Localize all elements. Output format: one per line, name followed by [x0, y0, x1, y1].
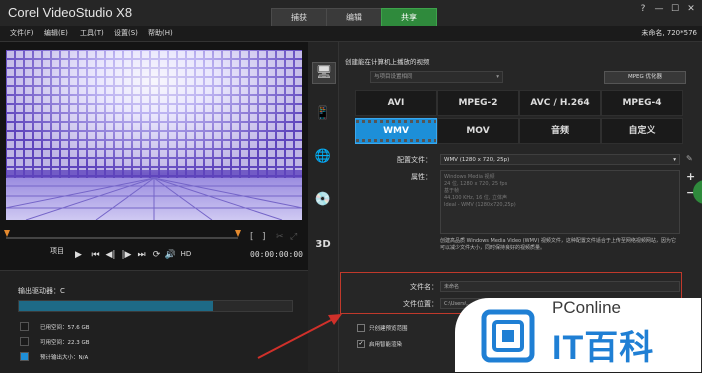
used-space-swatch [20, 322, 29, 331]
filename-input[interactable]: 未命名 [440, 281, 680, 292]
trim-end-handle[interactable] [235, 230, 241, 237]
format-button[interactable]: MPEG-4 [601, 90, 683, 116]
menu-help[interactable]: 帮助(H) [148, 28, 173, 38]
smart-render-label: 启用智能渲染 [369, 342, 403, 348]
format-button[interactable]: AVI [355, 90, 437, 116]
chevron-down-icon: ▾ [673, 157, 676, 163]
prop-line: 44,100 KHz, 16 位, 立体声 [444, 195, 508, 201]
film-strip-icon [356, 139, 436, 142]
format-button[interactable]: 自定义 [601, 118, 683, 144]
watermark-line2: IT百科 [552, 329, 655, 367]
format-button[interactable]: MOV [437, 118, 519, 144]
format-label: 自定义 [628, 126, 656, 136]
drive-usage-bar [18, 300, 293, 312]
format-button[interactable]: MPEG-2 [437, 90, 519, 116]
help-button[interactable]: ? [636, 3, 650, 15]
format-label: 音频 [550, 126, 569, 136]
profile-value: WMV (1280 x 720, 25p) [444, 157, 510, 163]
properties-box: Windows Media 视频 24 位, 1280 x 720, 25 fp… [440, 170, 680, 234]
format-label: MPEG-2 [458, 98, 498, 108]
format-label: MPEG-4 [622, 98, 662, 108]
format-description: 创建高品质 Windows Media Video (WMV) 视频文件，这种配… [440, 238, 676, 251]
format-label: AVI [387, 98, 405, 108]
volume-icon[interactable]: 🔊 [164, 250, 177, 260]
trim-start-handle[interactable] [4, 230, 10, 237]
output-drive-label: 输出驱动器：C [18, 287, 65, 295]
globe-icon[interactable]: 🌐 [312, 147, 334, 167]
disc-icon[interactable]: 💿 [312, 190, 334, 210]
hd-button[interactable]: HD [179, 250, 193, 258]
add-profile-icon[interactable]: + [686, 170, 695, 183]
prop-line: Ideal - WMV (1280x720,25p) [444, 202, 516, 208]
app-title: Corel VideoStudio X8 [8, 5, 133, 20]
close-button[interactable]: ✕ [684, 3, 698, 15]
section-title: 创建能在计算机上播放的视频 [345, 58, 430, 66]
format-label: MOV [466, 126, 490, 136]
monitor-icon[interactable]: 🖥 [312, 62, 336, 84]
est-size-swatch [20, 352, 29, 361]
edit-profile-icon[interactable]: ✎ [686, 154, 693, 163]
timeline-scrubber[interactable] [6, 237, 238, 239]
prop-line: 24 位, 1280 x 720, 25 fps [444, 181, 508, 187]
format-button[interactable]: AVC / H.264 [519, 90, 601, 116]
menu-tools[interactable]: 工具(T) [80, 28, 104, 38]
smart-render-checkbox[interactable]: ✓ [357, 340, 365, 348]
tab-capture[interactable]: 捕获 [271, 8, 327, 27]
maximize-button[interactable]: ☐ [668, 3, 682, 15]
properties-label: 属性： [411, 173, 432, 181]
prop-line: 基于帧 [444, 188, 460, 194]
pconline-logo-icon [481, 309, 535, 363]
free-space-label: 可用空间：22.3 GB [40, 340, 90, 346]
project-settings-dropdown[interactable]: 与项目设置相同 ▾ [370, 71, 503, 83]
mpeg-optimizer-button[interactable]: MPEG 优化器 [604, 71, 686, 84]
dropdown-placeholder: 与项目设置相同 [374, 74, 413, 80]
est-size-label: 预计输出大小：N/A [40, 355, 89, 361]
tab-edit[interactable]: 编辑 [326, 8, 382, 27]
profile-label: 配置文件： [397, 156, 432, 164]
menu-bar [0, 26, 702, 42]
prev-frame-icon[interactable]: ◀| [104, 250, 117, 260]
profile-select[interactable]: WMV (1280 x 720, 25p) ▾ [440, 154, 680, 165]
format-button[interactable]: 音频 [519, 118, 601, 144]
drive-usage-fill [19, 301, 213, 311]
preview-image [6, 50, 302, 220]
menu-edit[interactable]: 编辑(E) [44, 28, 68, 38]
phone-icon[interactable]: 📱 [312, 104, 334, 124]
prop-line: Windows Media 视频 [444, 174, 495, 180]
enlarge-icon[interactable]: ⤢ [290, 232, 297, 242]
timecode[interactable]: 00:00:00:00 [250, 250, 303, 259]
go-end-icon[interactable]: ⏭ [135, 250, 148, 260]
minimize-button[interactable]: — [652, 3, 666, 15]
format-label: WMV [383, 126, 409, 136]
mark-out-button[interactable]: ] [262, 232, 266, 242]
go-start-icon[interactable]: ⏮ [89, 250, 102, 260]
next-frame-icon[interactable]: |▶ [120, 250, 133, 260]
repeat-icon[interactable]: ⟳ [150, 250, 163, 260]
preview-range-checkbox[interactable] [357, 324, 365, 332]
format-label: AVC / H.264 [530, 98, 590, 108]
mark-in-button[interactable]: [ [250, 232, 254, 242]
project-info: 未命名, 720*576 [641, 29, 697, 37]
used-space-label: 已用空间：57.6 GB [40, 325, 90, 331]
location-label: 文件位置： [403, 300, 438, 308]
format-button[interactable]: WMV [355, 118, 437, 144]
play-icon[interactable]: ▶ [72, 250, 85, 260]
preview-range-label: 只创建预览范围 [369, 326, 408, 332]
watermark-line1: PConline [552, 298, 621, 317]
chevron-down-icon: ▾ [496, 74, 499, 80]
filename-label: 文件名： [410, 283, 438, 291]
film-strip-icon [356, 120, 436, 123]
menu-settings[interactable]: 设置(S) [114, 28, 138, 38]
menu-file[interactable]: 文件(F) [10, 28, 34, 38]
cut-icon[interactable]: ✂ [276, 232, 284, 242]
video-preview [6, 50, 302, 220]
free-space-swatch [20, 337, 29, 346]
tab-share[interactable]: 共享 [381, 8, 437, 27]
project-mode-label[interactable]: 项目 [50, 246, 64, 256]
3d-icon[interactable]: 3D [312, 235, 334, 255]
